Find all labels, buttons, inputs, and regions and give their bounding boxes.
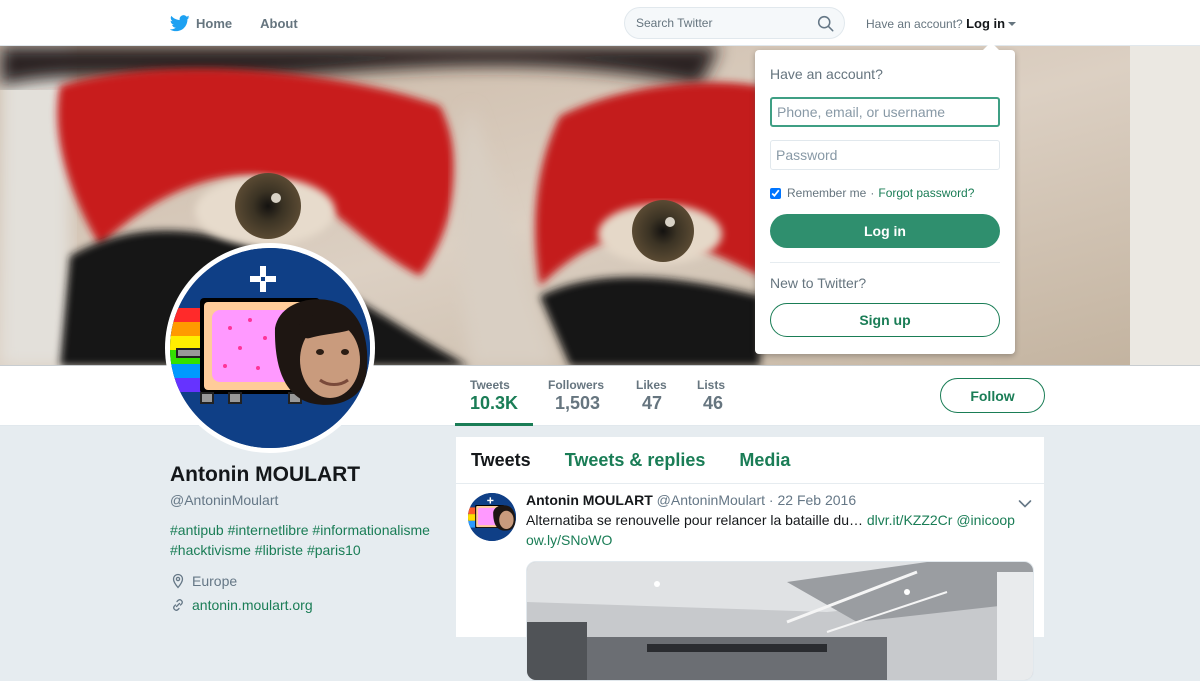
tweet-header: Antonin MOULART @AntoninMoulart · 22 Feb…: [526, 492, 1034, 508]
top-navigation-bar: Home About Have an account? Log in: [0, 0, 1200, 46]
account-prompt-text: Have an account?: [866, 17, 963, 31]
profile-avatar[interactable]: [165, 243, 375, 453]
profile-handle[interactable]: @AntoninMoulart: [170, 492, 440, 508]
profile-location: Europe: [170, 573, 440, 589]
timeline: Tweets Tweets & replies Media Antonin MO…: [456, 437, 1044, 681]
tweet-media-image[interactable]: [526, 561, 1034, 681]
remember-me-row: Remember me · Forgot password?: [770, 186, 1000, 200]
login-dropdown-toggle[interactable]: Log in: [966, 16, 1017, 31]
nav-home-label: Home: [196, 15, 233, 31]
tweet-mention-inicoop[interactable]: @inicoop: [956, 512, 1015, 528]
tweet-photo: [527, 562, 1033, 680]
search-box: [624, 7, 845, 39]
dropdown-divider: [770, 262, 1000, 263]
tweet-handle[interactable]: @AntoninMoulart: [657, 492, 765, 508]
signup-button[interactable]: Sign up: [770, 303, 1000, 337]
nyan-cat-avatar-art: [170, 248, 370, 448]
location-pin-icon: [172, 573, 184, 589]
search-icon[interactable]: [817, 15, 834, 37]
nav-home[interactable]: Home: [170, 14, 233, 32]
login-button[interactable]: Log in: [770, 214, 1000, 248]
tweet-avatar-art: [468, 493, 516, 541]
stat-likes-value: 47: [642, 393, 663, 413]
profile-bio-line2[interactable]: #hacktivisme #libriste #paris10: [170, 540, 440, 560]
avatar-image: [170, 248, 370, 448]
chevron-down-icon[interactable]: [1018, 496, 1032, 514]
caret-down-icon: [1008, 22, 1017, 26]
stat-lists-label: Lists: [697, 378, 726, 392]
tweet-body: Alternatiba se renouvelle pour relancer …: [526, 512, 863, 528]
follow-button[interactable]: Follow: [940, 378, 1045, 413]
account-prompt: Have an account? Log in: [866, 16, 1017, 31]
tab-tweets[interactable]: Tweets: [471, 450, 531, 471]
profile-location-text: Europe: [192, 573, 238, 589]
tweet-date[interactable]: 22 Feb 2016: [777, 492, 856, 508]
nav-left: Home About: [170, 0, 326, 46]
remember-me-label[interactable]: Remember me: [787, 186, 866, 200]
password-input[interactable]: [770, 140, 1000, 170]
profile-bio: #antipub #internetlibre #informationalis…: [170, 520, 440, 560]
tweet-author[interactable]: Antonin MOULART: [526, 492, 653, 508]
tweet-link-dlvr[interactable]: dlvr.it/KZZ2Cr: [867, 512, 953, 528]
link-icon: [173, 599, 183, 611]
stat-likes[interactable]: Likes 47: [636, 366, 686, 426]
twitter-bird-icon: [170, 14, 190, 31]
timeline-tabs: Tweets Tweets & replies Media: [456, 437, 1044, 484]
nav-about[interactable]: About: [260, 16, 298, 31]
tweet-link-owly[interactable]: ow.ly/SNoWO: [526, 532, 612, 548]
stat-tweets-label: Tweets: [470, 378, 510, 392]
profile-bio-line1[interactable]: #antipub #internetlibre #informationalis…: [170, 520, 440, 540]
search-input[interactable]: [636, 14, 806, 32]
tweet-item[interactable]: Antonin MOULART @AntoninMoulart · 22 Feb…: [456, 484, 1044, 681]
tweet-text: Alternatiba se renouvelle pour relancer …: [526, 510, 1026, 550]
login-dropdown: Have an account? Remember me · Forgot pa…: [755, 42, 1015, 354]
stat-followers[interactable]: Followers 1,503: [548, 366, 628, 426]
profile-name[interactable]: Antonin MOULART: [170, 462, 440, 488]
forgot-password-link[interactable]: Forgot password?: [878, 186, 974, 200]
stat-tweets-value: 10.3K: [470, 393, 519, 413]
remember-separator: ·: [870, 186, 875, 200]
new-to-twitter-text: New to Twitter?: [770, 275, 867, 291]
stat-lists[interactable]: Lists 46: [697, 366, 747, 426]
tweet-separator: ·: [768, 492, 774, 508]
login-dropdown-heading: Have an account?: [770, 66, 883, 82]
profile-website-link[interactable]: antonin.moulart.org: [192, 597, 313, 613]
tab-tweets-and-replies[interactable]: Tweets & replies: [565, 450, 706, 471]
tab-media[interactable]: Media: [739, 450, 790, 471]
profile-website: antonin.moulart.org: [170, 597, 440, 613]
stat-followers-label: Followers: [548, 378, 605, 392]
profile-card: Antonin MOULART @AntoninMoulart #antipub…: [170, 462, 440, 613]
stat-likes-label: Likes: [636, 378, 667, 392]
stat-tweets[interactable]: Tweets 10.3K: [455, 366, 533, 426]
remember-me-checkbox[interactable]: [770, 187, 781, 199]
username-input[interactable]: [770, 97, 1000, 127]
stat-lists-value: 46: [703, 393, 724, 413]
stat-followers-value: 1,503: [555, 393, 601, 413]
tweet-avatar[interactable]: [468, 493, 516, 541]
login-toggle-label: Log in: [966, 16, 1006, 31]
